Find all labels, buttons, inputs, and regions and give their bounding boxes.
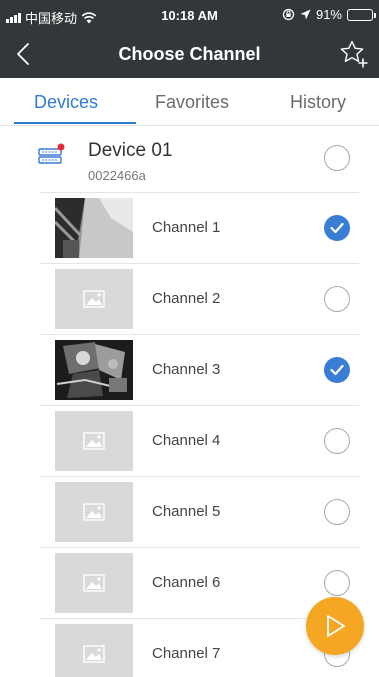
channel-label: Channel 1: [152, 219, 221, 236]
active-tab-indicator: [14, 122, 136, 124]
channel-select-checkbox[interactable]: [324, 357, 350, 383]
checkmark-icon: [330, 222, 344, 234]
channel-select-checkbox[interactable]: [324, 215, 350, 241]
tab-bar: Devices Favorites History: [0, 78, 379, 126]
tab-devices[interactable]: Devices: [34, 92, 98, 113]
channel-thumbnail: [55, 553, 133, 613]
channel-thumbnail: [55, 624, 133, 677]
image-placeholder-icon: [83, 574, 105, 592]
back-button[interactable]: [8, 39, 38, 69]
page-title: Choose Channel: [118, 44, 261, 64]
location-icon: [300, 9, 311, 20]
add-favorite-button[interactable]: [337, 37, 371, 71]
lock-rotation-icon: [282, 8, 295, 21]
camera-snapshot-image: [55, 340, 133, 400]
choose-channel-screen: 中国移动 10:18 AM 91% Choose Channel Devices…: [0, 0, 379, 677]
device-select-checkbox[interactable]: [324, 145, 350, 171]
camera-snapshot-image: [55, 198, 133, 258]
status-bar: 中国移动 10:18 AM 91%: [0, 0, 379, 30]
channel-row-1[interactable]: Channel 1: [40, 192, 359, 263]
status-right: 91%: [282, 7, 376, 22]
nav-bar: Choose Channel: [0, 30, 379, 78]
channel-row-2[interactable]: Channel 2: [40, 263, 359, 334]
channel-select-checkbox[interactable]: [324, 499, 350, 525]
play-button[interactable]: [306, 597, 364, 655]
image-placeholder-icon: [83, 290, 105, 308]
channel-label: Channel 3: [152, 361, 221, 378]
tab-favorites[interactable]: Favorites: [155, 92, 229, 113]
channel-thumbnail: [55, 482, 133, 542]
channel-select-checkbox[interactable]: [324, 570, 350, 596]
chevron-left-icon: [17, 43, 29, 65]
channel-label: Channel 2: [152, 290, 221, 307]
channel-row-4[interactable]: Channel 4: [40, 405, 359, 476]
image-placeholder-icon: [83, 645, 105, 663]
channel-label: Channel 5: [152, 503, 221, 520]
device-serial: 0022466a: [88, 168, 146, 183]
channel-thumbnail: [55, 340, 133, 400]
checkmark-icon: [330, 364, 344, 376]
device-name: Device 01: [88, 140, 173, 161]
battery-icon: [347, 8, 376, 21]
play-icon: [327, 615, 345, 637]
battery-percent: 91%: [315, 7, 342, 22]
channel-label: Channel 7: [152, 645, 221, 662]
channel-thumbnail: [55, 411, 133, 471]
channel-select-checkbox[interactable]: [324, 428, 350, 454]
channel-thumbnail: [55, 198, 133, 258]
channel-thumbnail: [55, 269, 133, 329]
channel-label: Channel 4: [152, 432, 221, 449]
image-placeholder-icon: [83, 432, 105, 450]
channel-row-3[interactable]: Channel 3: [40, 334, 359, 405]
image-placeholder-icon: [83, 503, 105, 521]
tab-history[interactable]: History: [290, 92, 346, 113]
nvr-device-icon: [38, 143, 65, 164]
star-plus-icon: [340, 40, 368, 68]
channel-row-5[interactable]: Channel 5: [40, 476, 359, 547]
channel-label: Channel 6: [152, 574, 221, 591]
device-row[interactable]: Device 01 0022466a: [0, 126, 379, 192]
channel-select-checkbox[interactable]: [324, 286, 350, 312]
